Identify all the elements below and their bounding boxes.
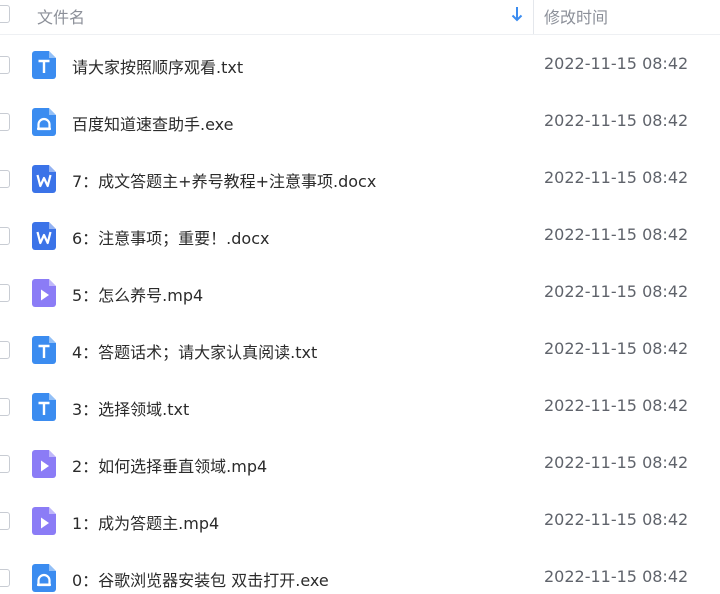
table-row[interactable]: 6：注意事项；重要！.docx 2022-11-15 08:42 [0,207,720,264]
modified-time: 2022-11-15 08:42 [544,282,689,301]
row-checkbox[interactable] [0,56,10,74]
table-row[interactable]: 2：如何选择垂直领域.mp4 2022-11-15 08:42 [0,435,720,492]
row-checkbox[interactable] [0,398,10,416]
table-row[interactable]: 请大家按照顺序观看.txt 2022-11-15 08:42 [0,36,720,93]
file-name[interactable]: 1：成为答题主.mp4 [72,510,219,534]
file-name[interactable]: 6：注意事项；重要！.docx [72,225,269,249]
modified-time: 2022-11-15 08:42 [544,111,689,130]
row-checkbox[interactable] [0,569,10,587]
row-checkbox[interactable] [0,170,10,188]
table-row[interactable]: 4：答题话术；请大家认真阅读.txt 2022-11-15 08:42 [0,321,720,378]
modified-time: 2022-11-15 08:42 [544,510,689,529]
row-checkbox[interactable] [0,227,10,245]
file-list: 文件名 修改时间 请大家按照顺序观看.txt 2022-11-15 08:42 百度… [0,0,720,594]
file-name[interactable]: 5：怎么养号.mp4 [72,282,203,306]
file-list-header: 文件名 修改时间 [0,0,720,35]
table-row[interactable]: 3：选择领域.txt 2022-11-15 08:42 [0,378,720,435]
docx-file-icon [32,222,56,250]
exe-file-icon [32,108,56,136]
row-checkbox[interactable] [0,341,10,359]
table-row[interactable]: 7：成文答题主+养号教程+注意事项.docx 2022-11-15 08:42 [0,150,720,207]
file-name[interactable]: 2：如何选择垂直领域.mp4 [72,453,267,477]
modified-time: 2022-11-15 08:42 [544,339,689,358]
docx-file-icon [32,165,56,193]
row-checkbox[interactable] [0,113,10,131]
txt-file-icon [32,336,56,364]
modified-time: 2022-11-15 08:42 [544,225,689,244]
modified-time: 2022-11-15 08:42 [544,396,689,415]
column-header-filename[interactable]: 文件名 [37,4,85,28]
modified-time: 2022-11-15 08:42 [544,168,689,187]
table-row[interactable]: 百度知道速查助手.exe 2022-11-15 08:42 [0,93,720,150]
table-row[interactable]: 1：成为答题主.mp4 2022-11-15 08:42 [0,492,720,549]
row-checkbox[interactable] [0,455,10,473]
exe-file-icon [32,564,56,592]
txt-file-icon [32,51,56,79]
modified-time: 2022-11-15 08:42 [544,567,689,586]
row-checkbox[interactable] [0,284,10,302]
file-name[interactable]: 请大家按照顺序观看.txt [72,54,243,78]
column-divider[interactable] [533,0,534,34]
file-name[interactable]: 4：答题话术；请大家认真阅读.txt [72,339,317,363]
arrow-down-icon[interactable] [510,5,524,23]
column-header-modified-time[interactable]: 修改时间 [544,4,608,28]
mp4-file-icon [32,279,56,307]
file-name[interactable]: 百度知道速查助手.exe [72,111,233,135]
select-all-checkbox[interactable] [0,5,10,23]
file-name[interactable]: 0：谷歌浏览器安装包 双击打开.exe [72,567,329,591]
file-name[interactable]: 3：选择领域.txt [72,396,189,420]
table-row[interactable]: 0：谷歌浏览器安装包 双击打开.exe 2022-11-15 08:42 [0,549,720,594]
modified-time: 2022-11-15 08:42 [544,54,689,73]
mp4-file-icon [32,507,56,535]
modified-time: 2022-11-15 08:42 [544,453,689,472]
table-row[interactable]: 5：怎么养号.mp4 2022-11-15 08:42 [0,264,720,321]
mp4-file-icon [32,450,56,478]
file-name[interactable]: 7：成文答题主+养号教程+注意事项.docx [72,168,376,192]
row-checkbox[interactable] [0,512,10,530]
txt-file-icon [32,393,56,421]
